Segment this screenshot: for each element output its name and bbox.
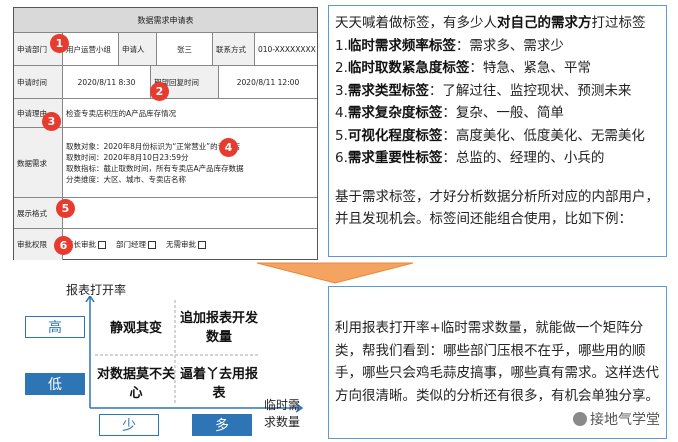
tag-item: 5.可视化程度标签：高度美化、低度美化、无需美化 [335,125,662,148]
tag-values: ：高度美化、低度美化、无需美化 [442,127,645,144]
time-label: 申请时间 [14,66,62,99]
checkbox[interactable] [148,240,156,249]
x-high-box: 多 [192,414,252,436]
tag-item: 3.需求类型标签：了解过往、监控现状、预测未来 [335,80,662,103]
watermark-text: 接地气学堂 [590,412,660,428]
tag-panel: 天天喊着做标签，有多少人对自己的需求方打过标签 1.临时需求频率标签：需求多、需… [328,5,667,257]
format-label: 展示格式 [14,198,62,229]
contact-value[interactable]: 010-XXXXXXXX [254,33,317,66]
tag-values: ：复杂、一般、简单 [442,105,564,121]
tag-num: 5. [335,127,348,144]
tag-values: ：总监的、经理的、小兵的 [442,150,605,166]
tag-num: 3. [335,82,348,99]
quadrant-top-right: 追加报表开发数量 [180,311,259,345]
data-need-line: 取数对象：2020年8月份标识为“正常营业”的专卖店 [66,142,241,151]
tag-name: 可视化程度标签 [347,127,443,144]
quadrant-bottom-left: 对数据莫不关心 [96,367,175,401]
form-row-data-need: 数据需求 取数对象：2020年8月份标识为“正常营业”的专卖店 取数时间：202… [14,127,317,198]
data-need-line: 取数指标：截止取数时间，所有专卖店A产品库存数据 [66,164,244,173]
tag-name: 需求重要性标签 [347,150,443,166]
approval-option-manager: 部门经理 [116,240,146,249]
step-badge: 2 [150,82,169,101]
tag-item: 1.临时需求频率标签：需求多、需求少 [335,35,662,58]
tag-item: 6.需求重要性标签：总监的、经理的、小兵的 [335,147,662,170]
dept-value[interactable]: 用户运营小组 [62,33,118,66]
tag-num: 6. [335,150,348,166]
tag-name: 需求复杂度标签 [347,105,443,121]
down-arrow-icon [256,262,414,284]
analysis-text: 利用报表打开率+临时需求数量，就能做一个矩阵分类，帮我们看到：哪些部门压根不在乎… [335,320,659,404]
step-badge: 6 [54,236,73,255]
intro-bold: 对自己的需求方 [497,15,592,31]
person-label: 申请人 [118,33,156,66]
data-need-line: 分类维度：大区、城市、专卖店名称 [66,175,186,184]
person-value[interactable]: 张三 [156,33,212,66]
reply-time-value[interactable]: 2020/8/11 12:00 [218,66,317,99]
x-axis-label-line: 求数量 [264,415,301,429]
data-need-label: 数据需求 [14,128,62,198]
quadrant-top-left: 静观其变 [109,320,162,336]
time-value[interactable]: 2020/8/11 8:30 [62,66,150,99]
data-need-line: 取数时间：2020年8月10日23:59分 [66,153,189,162]
x-low-box: 少 [99,414,159,436]
reason-value[interactable]: 检查专卖店积压的A产品库存情况 [62,99,317,128]
data-request-form: 数据需求申请表 申请部门 用户运营小组 申请人 张三 联系方式 010-XXXX… [13,7,318,260]
tag-item: 4.需求复杂度标签：复杂、一般、简单 [335,102,662,125]
tag-num: 4. [335,105,348,121]
form-title: 数据需求申请表 [14,8,317,32]
tag-name: 需求类型标签 [347,82,429,99]
intro-text: 打过标签 [591,15,646,31]
y-high-box: 高 [25,316,85,338]
y-low-box: 低 [25,373,85,395]
approval-option-none: 无需审批 [166,240,196,249]
tag-num: 1. [335,37,348,54]
tag-intro: 天天喊着做标签，有多少人对自己的需求方打过标签 [335,12,662,35]
wechat-icon [573,412,587,426]
tag-num: 2. [335,60,348,76]
approval-options: 组长审批 部门经理 无需审批 [62,229,317,260]
step-badge: 5 [56,199,75,218]
step-badge: 4 [219,138,238,157]
checkbox[interactable] [98,240,106,249]
x-axis-label-line: 临时需 [264,398,301,412]
step-badge: 3 [42,112,61,131]
tag-summary: 基于需求标签，才好分析数据分析所对应的内部用户，并且发现机会。标签间还能组合使用… [335,188,659,228]
step-badge: 1 [50,34,69,53]
tag-name: 临时取数紧急度标签 [347,60,470,76]
quadrant-bottom-right: 逼着丫去用报表 [180,367,259,401]
watermark: 接地气学堂 [573,409,660,429]
tag-item: 2.临时取数紧急度标签：特急、紧急、平常 [335,57,662,80]
data-need-value[interactable]: 取数对象：2020年8月份标识为“正常营业”的专卖店 取数时间：2020年8月1… [62,128,317,198]
tag-name: 临时需求频率标签 [347,37,456,54]
tag-values: ：特急、紧急、平常 [469,60,591,76]
tag-values: ：了解过往、监控现状、预测未来 [428,82,632,99]
x-axis-label: 临时需 求数量 [264,397,300,431]
contact-label: 联系方式 [212,33,254,66]
format-value[interactable] [62,198,317,229]
tag-values: ：需求多、需求少 [455,37,564,54]
intro-text: 天天喊着做标签，有多少人 [335,15,497,31]
checkbox[interactable] [198,240,206,249]
